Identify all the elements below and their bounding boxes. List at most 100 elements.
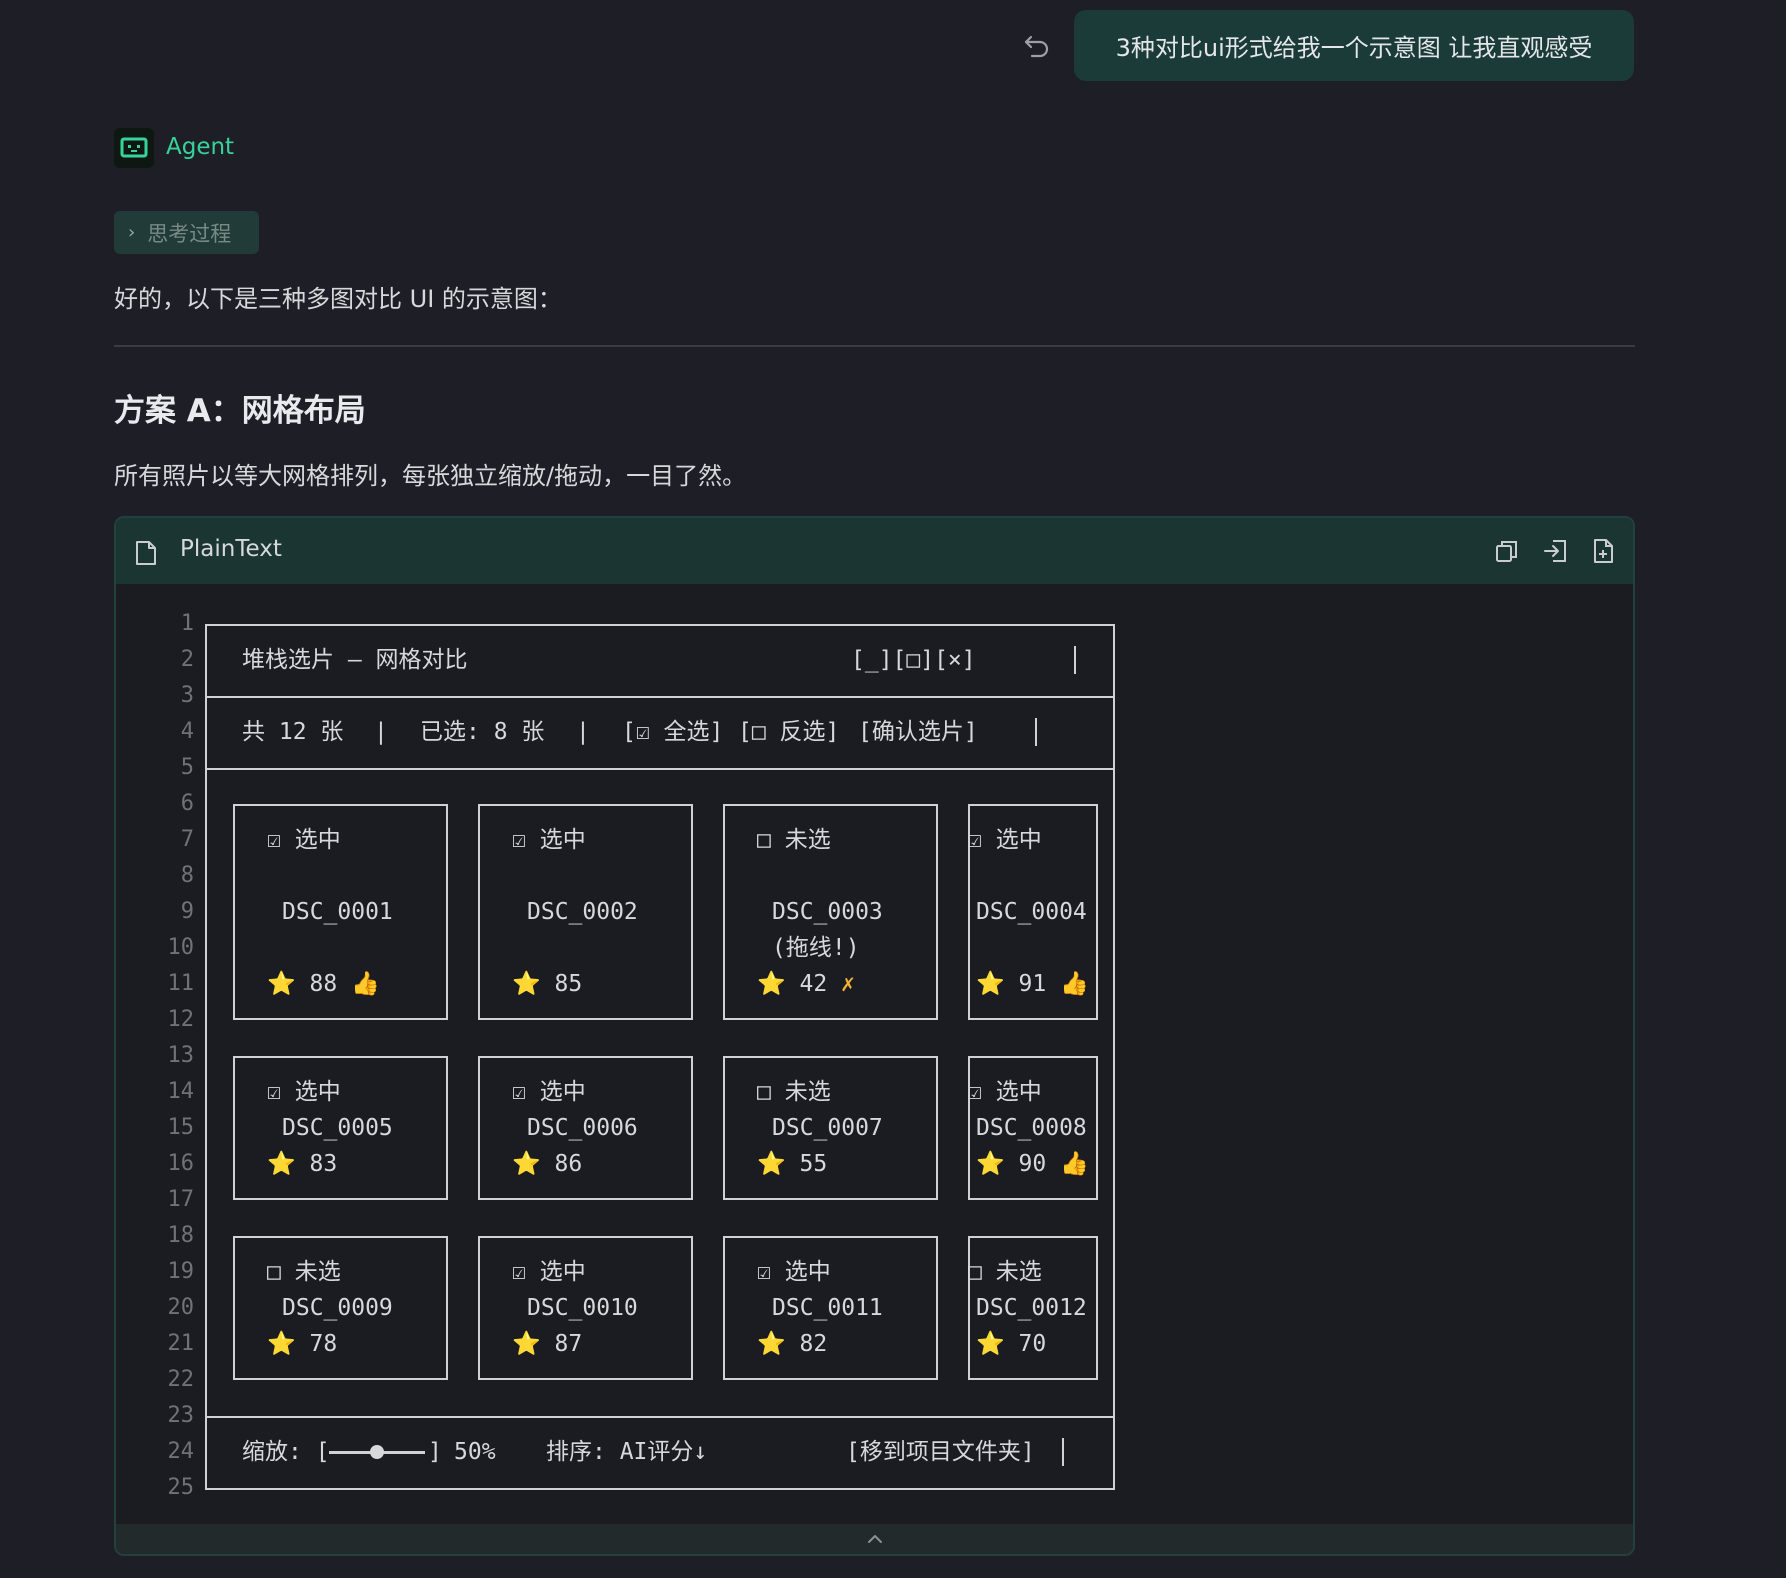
- box-line: [1074, 646, 1076, 674]
- star-icon: ⭐: [512, 1151, 541, 1177]
- star-icon: ⭐: [512, 971, 541, 997]
- zoom-value: 50%: [454, 1439, 496, 1465]
- star-icon: ⭐: [757, 971, 786, 997]
- card-score: ⭐ 91 👍: [976, 966, 1089, 1002]
- card-note: (拖线!): [772, 935, 860, 961]
- score-value: 70: [1004, 1331, 1061, 1357]
- select-all-button[interactable]: [☑ 全选]: [622, 714, 723, 750]
- window-frame-bottom: [205, 1488, 1115, 1490]
- thumbs-up-icon: 👍: [1060, 1151, 1089, 1177]
- card-filename: DSC_0007: [772, 1115, 883, 1141]
- frame-divider: [205, 1416, 1115, 1418]
- card-status-checkbox[interactable]: ☑ 选中: [512, 822, 586, 858]
- file-icon: [136, 541, 156, 565]
- card-score: ⭐ 88 👍: [267, 966, 380, 1002]
- zoom-slider-handle[interactable]: [370, 1445, 384, 1459]
- user-message-text: 3种对比ui形式给我一个示意图 让我直观感受: [1115, 34, 1593, 62]
- score-value: 42: [785, 971, 842, 997]
- code-block: PlainText 1 2 3 4 5 6 7 8 9 10 11 12 13 14 15 16 17 18 19 2…: [114, 516, 1635, 1556]
- star-icon: ⭐: [757, 1151, 786, 1177]
- card-score: ⭐ 70: [976, 1326, 1060, 1362]
- card-status-checkbox[interactable]: ☑ 选中: [267, 822, 341, 858]
- code-block-header: PlainText: [116, 518, 1633, 584]
- card-filename: DSC_0012: [976, 1295, 1087, 1321]
- card-status-checkbox[interactable]: □ 未选: [968, 1254, 1042, 1290]
- invert-button[interactable]: [□ 反选]: [738, 714, 839, 750]
- card-status-checkbox[interactable]: □ 未选: [757, 822, 831, 858]
- separator: |: [374, 719, 388, 745]
- chevron-right-icon: ›: [128, 222, 136, 243]
- thinking-toggle[interactable]: › 思考过程: [114, 211, 259, 254]
- agent-bot-icon: [120, 137, 148, 158]
- card-filename: DSC_0002: [527, 899, 638, 925]
- star-icon: ⭐: [976, 1331, 1005, 1357]
- score-value: 55: [785, 1151, 842, 1177]
- user-message-bubble: 3种对比ui形式给我一个示意图 让我直观感受: [1074, 10, 1634, 81]
- star-icon: ⭐: [512, 1331, 541, 1357]
- undo-icon[interactable]: [1022, 30, 1052, 60]
- zoom-bracket: ]: [428, 1439, 442, 1465]
- agent-name: Agent: [166, 134, 235, 160]
- window-frame-right: [1113, 624, 1115, 1490]
- box-line: [1035, 718, 1037, 746]
- card-status-checkbox[interactable]: ☑ 选中: [968, 1074, 1042, 1110]
- agent-avatar: [114, 128, 154, 168]
- card-filename: DSC_0001: [282, 899, 393, 925]
- card-status-checkbox[interactable]: ☑ 选中: [512, 1074, 586, 1110]
- star-icon: ⭐: [976, 971, 1005, 997]
- thinking-label: 思考过程: [147, 221, 232, 246]
- frame-divider: [205, 696, 1115, 698]
- star-icon: ⭐: [267, 1331, 296, 1357]
- code-language-label: PlainText: [180, 536, 282, 562]
- thumbs-up-icon: 👍: [1060, 971, 1089, 997]
- score-value: 88: [295, 971, 352, 997]
- card-filename: DSC_0009: [282, 1295, 393, 1321]
- card-filename: DSC_0011: [772, 1295, 883, 1321]
- card-filename: DSC_0006: [527, 1115, 638, 1141]
- code-body: 1 2 3 4 5 6 7 8 9 10 11 12 13 14 15 16 17 18 19 20 21 22 23 24 2…: [116, 584, 1633, 1524]
- card-score: ⭐ 85: [512, 966, 596, 1002]
- selected-count: 已选: 8 张: [420, 719, 545, 745]
- card-status-checkbox[interactable]: ☑ 选中: [512, 1254, 586, 1290]
- score-value: 85: [540, 971, 597, 997]
- sort-dropdown[interactable]: 排序: AI评分↓: [546, 1434, 707, 1470]
- card-score: ⭐ 90 👍: [976, 1146, 1089, 1182]
- score-value: 87: [540, 1331, 597, 1357]
- score-value: 90: [1004, 1151, 1061, 1177]
- collapse-bar[interactable]: [116, 1524, 1633, 1554]
- new-file-icon[interactable]: [1591, 538, 1617, 564]
- total-count: 共 12 张: [242, 719, 344, 745]
- confirm-button[interactable]: [确认选片]: [858, 714, 978, 750]
- card-filename: DSC_0008: [976, 1115, 1087, 1141]
- score-value: 83: [295, 1151, 352, 1177]
- card-status-checkbox[interactable]: ☑ 选中: [267, 1074, 341, 1110]
- copy-icon[interactable]: [1494, 538, 1520, 564]
- card-status-checkbox[interactable]: ☑ 选中: [968, 822, 1042, 858]
- insert-icon[interactable]: [1542, 538, 1568, 564]
- card-score: ⭐ 82: [757, 1326, 841, 1362]
- card-score: ⭐ 55: [757, 1146, 841, 1182]
- separator: |: [576, 719, 590, 745]
- reject-icon: ✗: [841, 971, 855, 997]
- thumbs-up-icon: 👍: [351, 971, 380, 997]
- card-score: ⭐ 87: [512, 1326, 596, 1362]
- window-frame-top: [205, 624, 1115, 626]
- card-score: ⭐ 78: [267, 1326, 351, 1362]
- score-value: 78: [295, 1331, 352, 1357]
- star-icon: ⭐: [267, 971, 296, 997]
- card-filename: DSC_0005: [282, 1115, 393, 1141]
- intro-text: 好的，以下是三种多图对比 UI 的示意图：: [114, 285, 562, 313]
- card-status-checkbox[interactable]: □ 未选: [757, 1074, 831, 1110]
- score-value: 82: [785, 1331, 842, 1357]
- divider: [114, 345, 1635, 347]
- card-score: ⭐ 86: [512, 1146, 596, 1182]
- card-status-checkbox[interactable]: ☑ 选中: [757, 1254, 831, 1290]
- card-status-checkbox[interactable]: □ 未选: [267, 1254, 341, 1290]
- score-value: 86: [540, 1151, 597, 1177]
- window-title: 堆栈选片 — 网格对比: [242, 647, 468, 673]
- move-to-folder-button[interactable]: [移到项目文件夹]: [846, 1434, 1035, 1470]
- window-controls[interactable]: [_][□][×]: [851, 642, 976, 678]
- chevron-up-icon: [867, 1535, 882, 1543]
- star-icon: ⭐: [976, 1151, 1005, 1177]
- star-icon: ⭐: [267, 1151, 296, 1177]
